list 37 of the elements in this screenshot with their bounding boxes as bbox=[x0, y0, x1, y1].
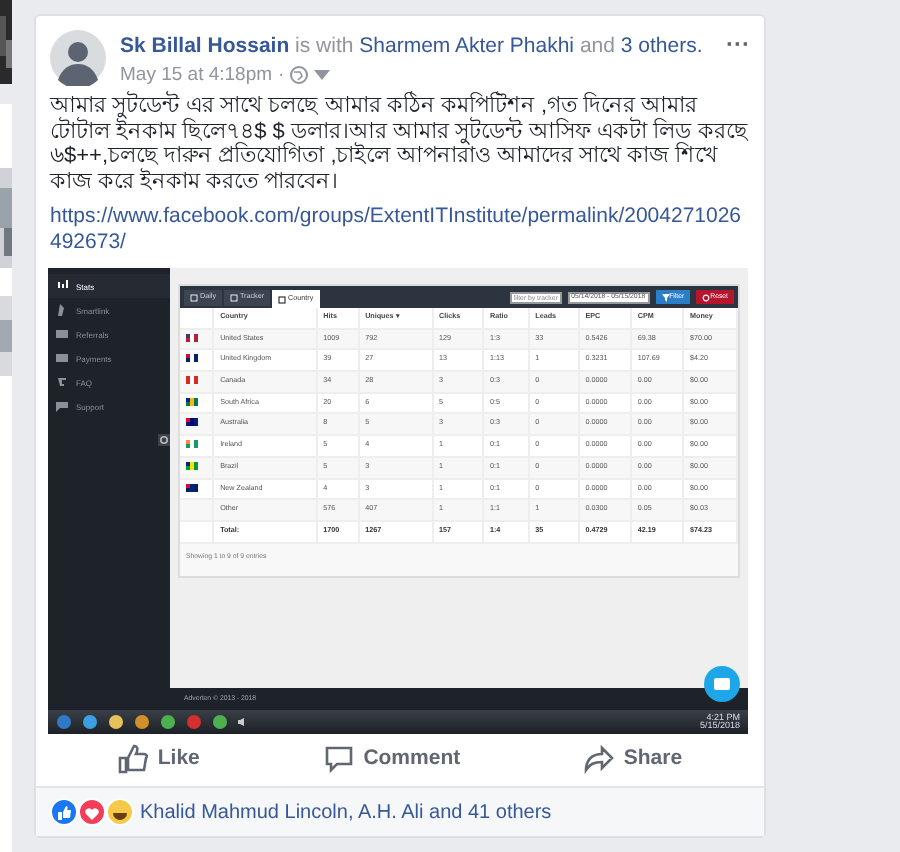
flag-icon bbox=[186, 418, 198, 427]
flag-icon bbox=[186, 354, 198, 363]
post-header-line: Sk Billal Hossain is with Sharmem Akter Phakhi and 3 others. bbox=[120, 34, 703, 60]
post-link[interactable]: https://www.facebook.com/groups/ExtentITInstitute/permalink/2004271026492673/ bbox=[36, 194, 764, 256]
tab-icon bbox=[190, 293, 198, 301]
separator-dot: · bbox=[278, 64, 285, 86]
flag-icon bbox=[186, 440, 198, 449]
like-reaction-icon[interactable] bbox=[50, 798, 78, 826]
avatar[interactable] bbox=[50, 30, 106, 86]
speech-bubble-icon bbox=[323, 743, 354, 773]
tab-icon bbox=[230, 293, 238, 301]
chat-button[interactable] bbox=[704, 666, 740, 702]
caret-icon[interactable] bbox=[314, 70, 331, 80]
tab-icon bbox=[278, 295, 287, 303]
tagged-person-link[interactable]: Sharmem Akter Phakhi bbox=[359, 34, 575, 58]
refresh-icon bbox=[702, 293, 711, 301]
others-link[interactable]: 3 others. bbox=[620, 34, 703, 58]
flag-icon bbox=[186, 376, 198, 385]
flag-icon bbox=[186, 397, 198, 406]
filter-icon bbox=[661, 293, 670, 301]
heart-reaction-icon[interactable] bbox=[78, 798, 106, 826]
share-arrow-icon bbox=[583, 743, 614, 773]
menu-item-icon bbox=[56, 280, 68, 292]
action-button[interactable]: Comment bbox=[307, 739, 477, 777]
author-link[interactable]: Sk Billal Hossain bbox=[120, 34, 290, 58]
laughing-reaction-icon[interactable] bbox=[106, 798, 134, 826]
menu-item-icon bbox=[56, 352, 68, 364]
flag-icon bbox=[186, 333, 198, 342]
settings-icon[interactable] bbox=[158, 434, 170, 446]
speaker-icon[interactable] bbox=[238, 718, 246, 726]
more-options-button[interactable]: ··· bbox=[726, 30, 750, 58]
post-text: আমার সুটডেন্ট এর সাথে চলছে আমার কঠিন কমপিটিশন ,গত দিনের আমার টোটাল ইনকাম ছিলে৭৪$ $ ডলার।আর আমার সুটডেন্ট আসিফ একটা লিড করছে ৬$++,চলছে দারুন প্রতিযোগিতা ,চাইলে আপনারাও আমাদের সাথে কাজ শিখে কাজ করে ইনকাম করতে পারবেন। bbox=[47, 89, 750, 194]
action-button[interactable]: Share bbox=[567, 739, 699, 777]
flag-icon bbox=[186, 483, 198, 492]
flag-icon bbox=[186, 461, 198, 470]
action-button[interactable]: Like bbox=[101, 739, 216, 777]
thumbs-up-icon bbox=[117, 743, 148, 773]
